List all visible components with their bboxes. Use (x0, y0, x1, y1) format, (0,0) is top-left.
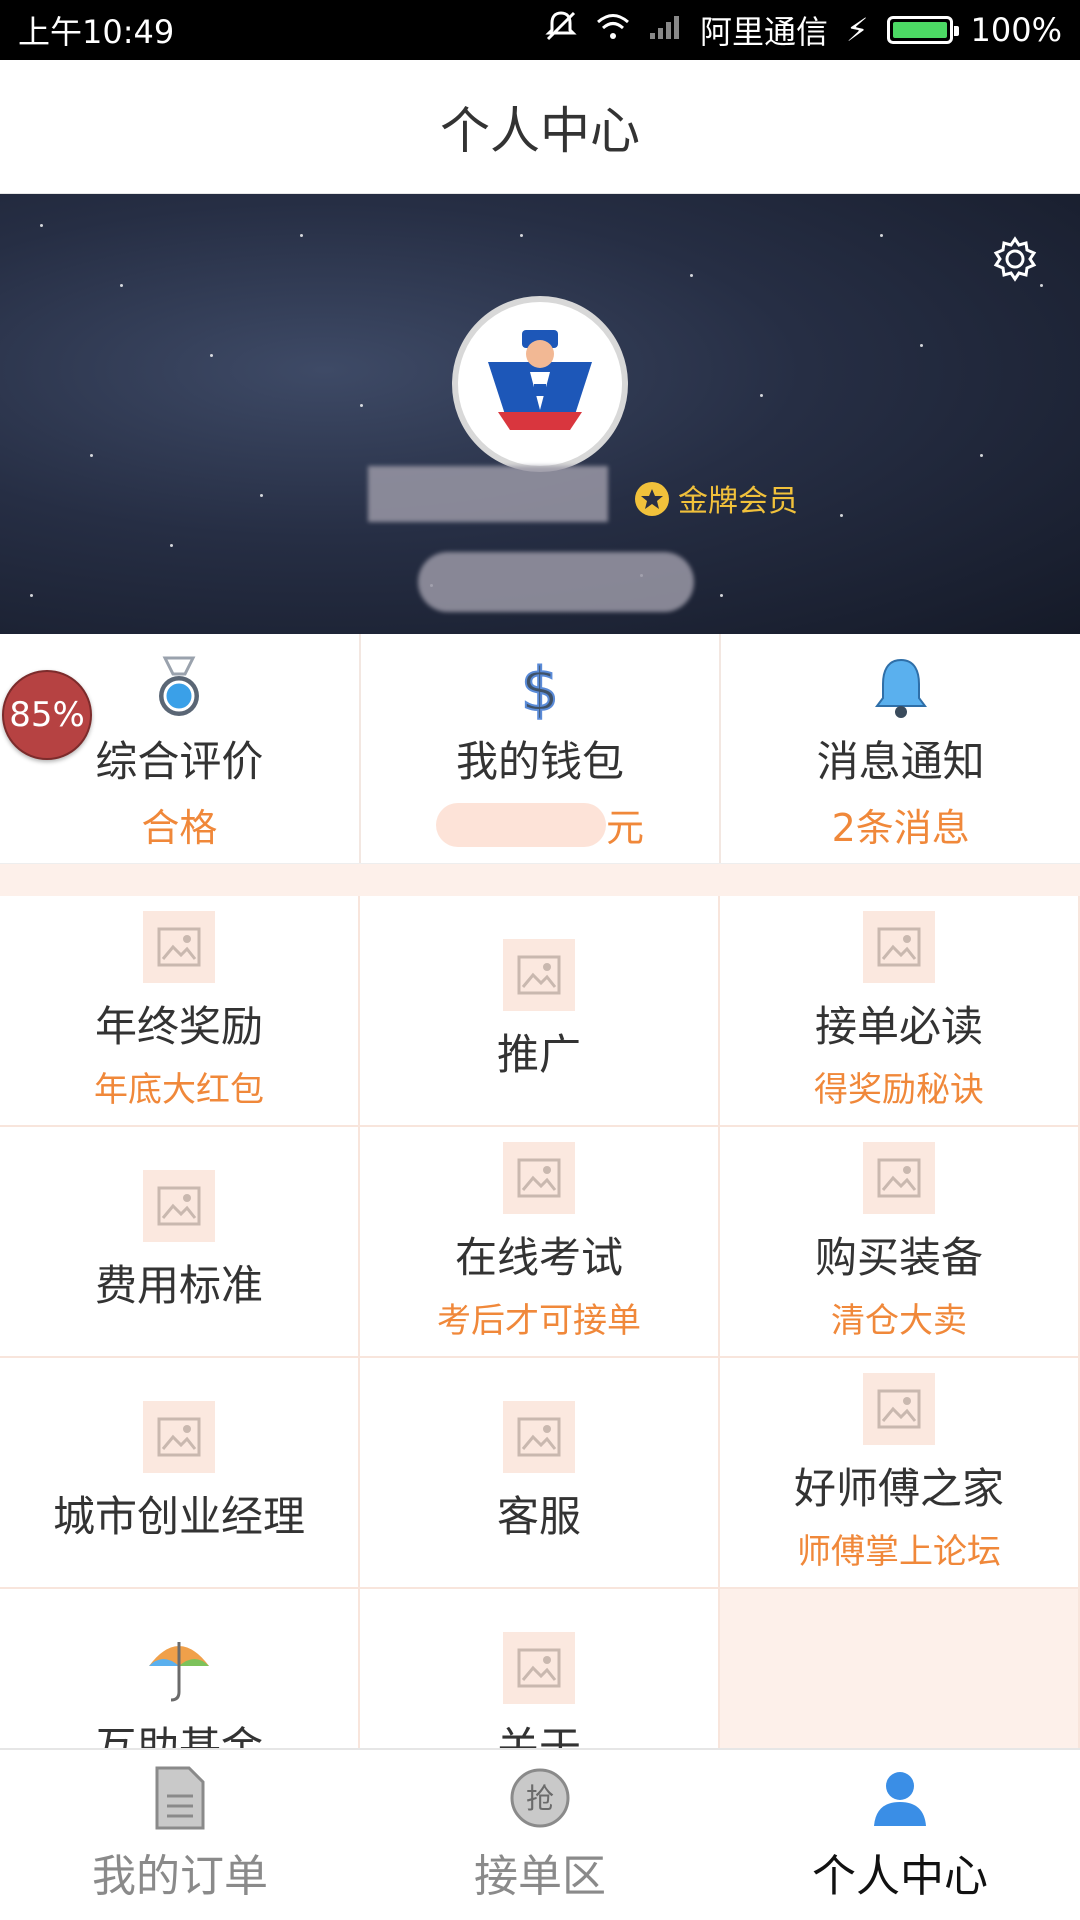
bottom-nav: 我的订单 抢 接单区 个人中心 (0, 1748, 1080, 1920)
image-placeholder-icon (143, 1401, 215, 1473)
gold-medal-icon (635, 482, 669, 516)
nav-tab-my-orders[interactable]: 我的订单 (0, 1750, 360, 1920)
quick-item-value: 合格 (141, 806, 218, 850)
quick-item-label: 综合评价 (95, 737, 264, 786)
image-placeholder-icon (503, 1401, 575, 1473)
image-placeholder-icon (143, 1170, 215, 1242)
avatar[interactable] (452, 296, 628, 472)
profile-header: 金牌会员 (0, 194, 1080, 634)
image-placeholder-icon (503, 939, 575, 1011)
menu-item-label: 在线考试 (454, 1232, 623, 1282)
bell-icon (874, 658, 927, 718)
menu-item-subtitle: 清仓大卖 (831, 1300, 967, 1341)
page-title: 个人中心 (440, 101, 640, 160)
grab-icon: 抢 (510, 1768, 570, 1828)
menu-item-subtitle: 得奖励秘诀 (814, 1069, 984, 1110)
settings-gear-icon[interactable] (990, 234, 1040, 284)
menu-item-subtitle: 年底大红包 (94, 1069, 264, 1110)
image-placeholder-icon (143, 910, 215, 983)
wifi-icon (596, 11, 630, 49)
signal-icon (648, 11, 682, 49)
umbrella-icon (149, 1642, 209, 1702)
nav-tab-label: 个人中心 (812, 1851, 988, 1902)
phone-redacted (418, 552, 694, 612)
menu-item-label: 客服 (496, 1492, 581, 1541)
wallet-amount-redacted (436, 802, 606, 847)
menu-item-city-manager[interactable]: 城市创业经理 (0, 1358, 360, 1589)
quick-item-value: 2条消息 (831, 806, 970, 850)
menu-item-label: 好师傅之家 (793, 1463, 1004, 1513)
menu-item-promotion[interactable]: 推广 (360, 896, 720, 1127)
quick-item-rating[interactable]: 综合评价 合格 85% (0, 634, 361, 863)
person-icon (874, 1772, 926, 1826)
mute-icon (544, 9, 578, 51)
wallet-unit: 元 (606, 806, 645, 850)
menu-item-must-read[interactable]: 接单必读 得奖励秘诀 (720, 896, 1080, 1127)
menu-item-subtitle: 师傅掌上论坛 (797, 1531, 1001, 1572)
member-level-label: 金牌会员 (678, 484, 798, 519)
company-logo-icon (488, 330, 592, 430)
dollar-icon: $ (520, 656, 560, 720)
menu-item-label: 购买装备 (814, 1232, 983, 1282)
battery-icon (886, 16, 959, 44)
title-bar: 个人中心 (0, 60, 1080, 194)
status-bar: 上午10:49 阿里通信 ⚡ 100% (0, 0, 1080, 60)
menu-item-label: 推广 (496, 1030, 581, 1079)
nav-tab-label: 接单区 (474, 1851, 606, 1902)
member-badge: 金牌会员 (632, 476, 798, 520)
svg-text:$: $ (521, 656, 559, 720)
quick-item-notifications[interactable]: 消息通知 2条消息 (721, 634, 1080, 863)
nav-tab-label: 我的订单 (92, 1851, 268, 1902)
charging-icon: ⚡ (846, 11, 869, 49)
document-icon (155, 1766, 205, 1830)
quick-item-wallet[interactable]: $ 我的钱包 元 (361, 634, 722, 863)
menu-item-label: 费用标准 (94, 1261, 263, 1310)
menu-item-subtitle: 考后才可接单 (437, 1300, 641, 1341)
medal-icon (159, 656, 200, 716)
menu-item-label: 年终奖励 (94, 1001, 263, 1051)
menu-item-label: 城市创业经理 (52, 1492, 305, 1541)
quick-item-label: 我的钱包 (456, 737, 625, 786)
menu-item-online-exam[interactable]: 在线考试 考后才可接单 (360, 1127, 720, 1358)
image-placeholder-icon (503, 1632, 575, 1704)
menu-item-customer-service[interactable]: 客服 (360, 1358, 720, 1589)
image-placeholder-icon (863, 910, 935, 983)
image-placeholder-icon (863, 1141, 935, 1214)
image-placeholder-icon (503, 1141, 575, 1214)
carrier-name: 阿里通信 (700, 13, 829, 51)
battery-percent: 100% (970, 11, 1062, 49)
username-redacted (368, 466, 608, 522)
quick-item-label: 消息通知 (816, 737, 985, 786)
grab-icon-text: 抢 (526, 1782, 554, 1815)
quick-item-value: 元 (436, 797, 644, 852)
nav-tab-order-area[interactable]: 抢 接单区 (360, 1750, 720, 1920)
menu-item-year-end-reward[interactable]: 年终奖励 年底大红包 (0, 896, 360, 1127)
quick-stats-row: 综合评价 合格 85% $ 我的钱包 元 消息通知 2条消息 (0, 634, 1080, 864)
status-icons: 阿里通信 ⚡ 100% (544, 7, 1062, 53)
menu-item-label: 接单必读 (814, 1001, 983, 1051)
image-placeholder-icon (863, 1372, 935, 1445)
nav-tab-profile[interactable]: 个人中心 (720, 1750, 1080, 1920)
menu-item-fee-standard[interactable]: 费用标准 (0, 1127, 360, 1358)
menu-item-master-home[interactable]: 好师傅之家 师傅掌上论坛 (720, 1358, 1080, 1589)
menu-item-buy-equipment[interactable]: 购买装备 清仓大卖 (720, 1127, 1080, 1358)
floating-percent-badge[interactable]: 85% (2, 670, 92, 760)
status-time: 上午10:49 (18, 13, 175, 51)
menu-grid: 年终奖励 年底大红包 推广 接单必读 得奖励秘诀 费用标准 在线考试 考后才可接… (0, 896, 1080, 1820)
section-divider (0, 864, 1080, 896)
